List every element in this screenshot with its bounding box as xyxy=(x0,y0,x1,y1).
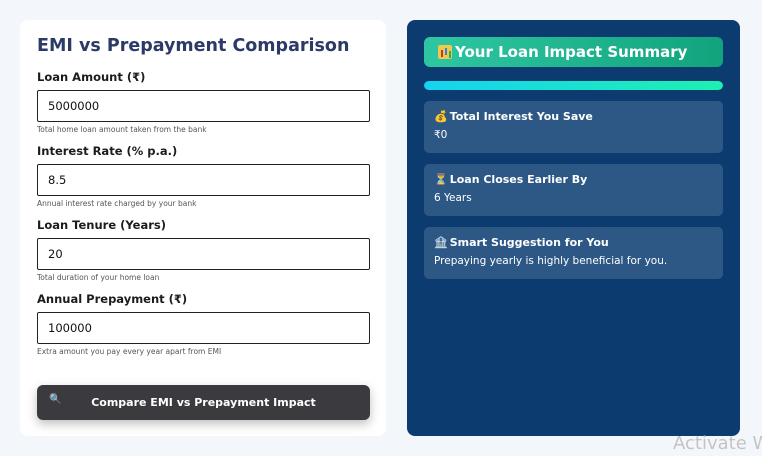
smart-suggestion-title-row: 🏦 Smart Suggestion for You xyxy=(434,236,713,249)
annual-prepayment-help: Extra amount you pay every year apart fr… xyxy=(37,347,222,356)
money-bag-icon: 💰 xyxy=(434,110,448,123)
progress-bar xyxy=(424,81,723,90)
calculator-panel: EMI vs Prepayment Comparison Loan Amount… xyxy=(20,20,386,436)
hourglass-icon: ⏳ xyxy=(434,173,448,186)
interest-rate-field: Interest Rate (% p.a.) Annual interest r… xyxy=(37,144,370,208)
interest-savings-title-row: 💰 Total Interest You Save xyxy=(434,110,713,123)
compare-button[interactable]: 🔍 Compare EMI vs Prepayment Impact xyxy=(37,385,370,420)
summary-header: Your Loan Impact Summary xyxy=(424,37,723,67)
loan-amount-input[interactable] xyxy=(37,90,370,122)
annual-prepayment-input[interactable] xyxy=(37,312,370,344)
loan-tenure-field: Loan Tenure (Years) Total duration of yo… xyxy=(37,218,370,282)
summary-panel: Your Loan Impact Summary 💰 Total Interes… xyxy=(407,20,740,436)
loan-closes-card: ⏳ Loan Closes Earlier By 6 Years xyxy=(424,164,723,216)
loan-amount-help: Total home loan amount taken from the ba… xyxy=(37,125,207,134)
interest-savings-title: Total Interest You Save xyxy=(449,110,593,123)
loan-closes-title: Loan Closes Earlier By xyxy=(449,173,588,186)
smart-suggestion-title: Smart Suggestion for You xyxy=(449,236,609,249)
loan-amount-field: Loan Amount (₹) Total home loan amount t… xyxy=(37,70,370,134)
page-title: EMI vs Prepayment Comparison xyxy=(37,36,350,56)
interest-savings-card: 💰 Total Interest You Save ₹0 xyxy=(424,101,723,153)
bar-chart-icon xyxy=(438,45,452,59)
progress-fill xyxy=(424,81,723,90)
loan-closes-title-row: ⏳ Loan Closes Earlier By xyxy=(434,173,713,186)
compare-button-label: Compare EMI vs Prepayment Impact xyxy=(91,396,316,409)
activation-watermark: Activate W xyxy=(673,433,762,454)
loan-tenure-label: Loan Tenure (Years) xyxy=(37,218,167,232)
loan-closes-value: 6 Years xyxy=(434,192,472,204)
interest-rate-label: Interest Rate (% p.a.) xyxy=(37,144,178,158)
loan-tenure-help: Total duration of your home loan xyxy=(37,273,160,282)
interest-rate-help: Annual interest rate charged by your ban… xyxy=(37,199,197,208)
annual-prepayment-label: Annual Prepayment (₹) xyxy=(37,292,188,306)
annual-prepayment-field: Annual Prepayment (₹) Extra amount you p… xyxy=(37,292,370,356)
summary-title: Your Loan Impact Summary xyxy=(455,43,688,61)
smart-suggestion-value: Prepaying yearly is highly beneficial fo… xyxy=(434,255,668,267)
loan-tenure-input[interactable] xyxy=(37,238,370,270)
loan-amount-label: Loan Amount (₹) xyxy=(37,70,146,84)
interest-rate-input[interactable] xyxy=(37,164,370,196)
smart-suggestion-card: 🏦 Smart Suggestion for You Prepaying yea… xyxy=(424,227,723,279)
interest-savings-value: ₹0 xyxy=(434,129,448,141)
bank-icon: 🏦 xyxy=(434,236,448,249)
magnifier-icon: 🔍 xyxy=(49,394,62,405)
